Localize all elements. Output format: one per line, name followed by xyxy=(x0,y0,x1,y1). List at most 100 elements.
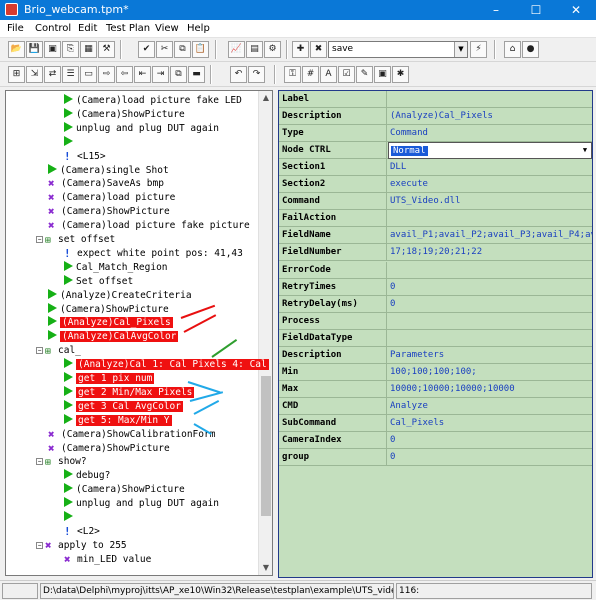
action-combo[interactable]: save ▼ xyxy=(328,41,468,58)
property-value[interactable]: 0 xyxy=(388,296,592,313)
scissors-icon[interactable]: ✂ xyxy=(156,41,173,58)
font-icon[interactable]: A xyxy=(320,66,337,83)
property-row[interactable]: CMD Analyze xyxy=(279,397,592,415)
property-value[interactable]: Parameters xyxy=(388,347,592,364)
property-value[interactable]: (Analyze)Cal_Pixels xyxy=(388,108,592,125)
collapse-toggle-icon[interactable]: − xyxy=(36,236,43,243)
window-green-icon[interactable]: ▣ xyxy=(374,66,391,83)
property-row[interactable]: ErrorCode xyxy=(279,261,592,279)
property-value[interactable] xyxy=(388,262,592,279)
redo-icon[interactable]: ↷ xyxy=(248,66,265,83)
test-plan-tree[interactable]: ▲ ▼ (Camera)load picture fake LED (Camera… xyxy=(5,90,273,576)
tree-node[interactable]: (Analyze)CreateCriteria xyxy=(48,288,192,303)
collapse-toggle-icon[interactable]: − xyxy=(36,458,43,466)
arrow-left-icon[interactable]: ⇦ xyxy=(116,66,133,83)
paste-icon[interactable]: 📋 xyxy=(192,41,209,58)
tree-node[interactable]: − ⊞ set offset xyxy=(36,233,115,247)
indent-left-icon[interactable]: ⇤ xyxy=(134,66,151,83)
property-row[interactable]: group 0 xyxy=(279,449,592,467)
property-value[interactable]: 100;100;100;100; xyxy=(388,364,592,381)
menu-help[interactable]: Help xyxy=(187,23,210,34)
remove-red-icon[interactable]: ✖ xyxy=(310,41,327,58)
tree-node[interactable] xyxy=(64,135,76,150)
open-icon[interactable]: 📂 xyxy=(8,41,25,58)
tree-node[interactable]: get 2 Min/Max Pixels xyxy=(64,385,195,400)
tree-node[interactable]: (Analyze)CalAvgColor xyxy=(48,330,179,344)
chart-icon[interactable]: 📈 xyxy=(228,41,245,58)
property-row[interactable]: SubCommand Cal_Pixels xyxy=(279,414,592,432)
property-value[interactable]: execute xyxy=(388,176,592,193)
tree-node[interactable]: ✖ (Camera)load picture xyxy=(48,191,175,205)
property-grid[interactable]: Label Description (Analyze)Cal_Pixels Type C… xyxy=(278,90,593,578)
property-row[interactable]: Description (Analyze)Cal_Pixels xyxy=(279,108,592,126)
property-value[interactable]: 0 xyxy=(388,449,592,466)
menu-test-plan[interactable]: Test Plan xyxy=(106,23,150,34)
run-action-icon[interactable]: ⚡ xyxy=(470,41,487,58)
scroll-down-icon[interactable]: ▼ xyxy=(259,561,272,575)
property-row[interactable]: Section2 execute xyxy=(279,176,592,194)
tree-node[interactable]: ✖ (Camera)ShowPicture xyxy=(48,442,170,456)
property-value[interactable]: 0 xyxy=(388,432,592,449)
collapse-toggle-icon[interactable]: − xyxy=(36,347,43,355)
node-copy-icon[interactable]: ⧉ xyxy=(170,66,187,83)
tree-add-icon[interactable]: ⊞ xyxy=(8,66,25,83)
home-icon[interactable]: ⌂ xyxy=(504,41,521,58)
collapse-toggle-icon[interactable]: − xyxy=(36,541,43,549)
chevron-down-icon[interactable]: ▼ xyxy=(579,143,591,158)
tree-scrollbar[interactable]: ▲ ▼ xyxy=(258,91,272,575)
tree-node[interactable]: ✖ min_LED value xyxy=(64,553,151,567)
property-value[interactable] xyxy=(388,91,592,108)
property-row[interactable]: FieldDataType xyxy=(279,329,592,347)
scroll-thumb[interactable] xyxy=(261,376,271,516)
tree-node[interactable]: ✖ (Camera)load picture fake picture xyxy=(48,219,250,233)
tree-node[interactable]: ! expect white point pos: 41,43 xyxy=(64,247,243,261)
menu-control[interactable]: Control xyxy=(35,23,71,34)
close-button[interactable]: ✕ xyxy=(556,0,596,20)
tree-node[interactable]: ✖ (Camera)ShowPicture xyxy=(48,205,170,219)
property-value[interactable] xyxy=(388,210,592,227)
tree-node[interactable]: debug? xyxy=(64,469,110,483)
check-cut-icon[interactable]: ✔ xyxy=(138,41,155,58)
property-row[interactable]: RetryDelay(ms) 0 xyxy=(279,295,592,313)
property-value[interactable] xyxy=(388,330,592,347)
property-value[interactable]: UTS_Video.dll xyxy=(388,193,592,210)
checklist-icon[interactable]: ☑ xyxy=(338,66,355,83)
node-flat-icon[interactable]: ▬ xyxy=(188,66,205,83)
key-icon[interactable]: ⚿ xyxy=(284,66,301,83)
tree-node[interactable]: get 5: Max/Min Y xyxy=(64,413,172,428)
scroll-up-icon[interactable]: ▲ xyxy=(259,91,272,105)
chevron-down-icon[interactable]: ▼ xyxy=(454,42,467,57)
settings-icon[interactable]: ✱ xyxy=(392,66,409,83)
property-row[interactable]: RetryTimes 0 xyxy=(279,278,592,296)
tree-node[interactable]: (Camera)ShowPicture xyxy=(64,483,185,497)
property-row[interactable]: Command UTS_Video.dll xyxy=(279,193,592,211)
copy-icon[interactable]: ⧉ xyxy=(174,41,191,58)
property-value[interactable]: Analyze xyxy=(388,398,592,415)
property-row[interactable]: Description Parameters xyxy=(279,346,592,364)
tree-node[interactable]: Cal_Match_Region xyxy=(64,260,168,275)
property-row[interactable]: FieldName avail_P1;avail_P2;avail_P3;avai… xyxy=(279,227,592,245)
add-red-icon[interactable]: ✚ xyxy=(292,41,309,58)
tree-node[interactable]: ✖ (Camera)ShowCalibrationForm xyxy=(48,428,215,442)
tree-list-icon[interactable]: ☰ xyxy=(62,66,79,83)
property-value[interactable]: Cal_Pixels xyxy=(388,415,592,432)
property-value[interactable] xyxy=(388,313,592,330)
property-value[interactable]: 10000;10000;10000;10000 xyxy=(388,381,592,398)
copy-doc-icon[interactable]: ⎘ xyxy=(62,41,79,58)
tree-node[interactable]: ! <L15> xyxy=(64,150,106,164)
tree-node[interactable]: ! <L2> xyxy=(64,525,100,539)
property-row[interactable]: Node CTRL Normal ▼ xyxy=(279,142,592,160)
property-row[interactable]: Min 100;100;100;100; xyxy=(279,363,592,381)
tree-insert-icon[interactable]: ⇲ xyxy=(26,66,43,83)
disk-icon[interactable]: ▣ xyxy=(44,41,61,58)
property-value[interactable]: avail_P1;avail_P2;avail_P3;avail_P4;av xyxy=(388,227,592,244)
property-row[interactable]: Max 10000;10000;10000;10000 xyxy=(279,380,592,398)
property-row[interactable]: CameraIndex 0 xyxy=(279,432,592,449)
edit-icon[interactable]: ✎ xyxy=(356,66,373,83)
property-row[interactable]: Label xyxy=(279,91,592,108)
property-value[interactable]: Command xyxy=(388,125,592,142)
tree-node[interactable]: (Camera)ShowPicture xyxy=(64,107,185,122)
tree-node[interactable]: (Camera)ShowPicture xyxy=(48,302,169,317)
tree-node[interactable]: (Analyze)Cal 1: Cal Pixels 4: Cal xyxy=(64,358,269,372)
indent-right-icon[interactable]: ⇥ xyxy=(152,66,169,83)
